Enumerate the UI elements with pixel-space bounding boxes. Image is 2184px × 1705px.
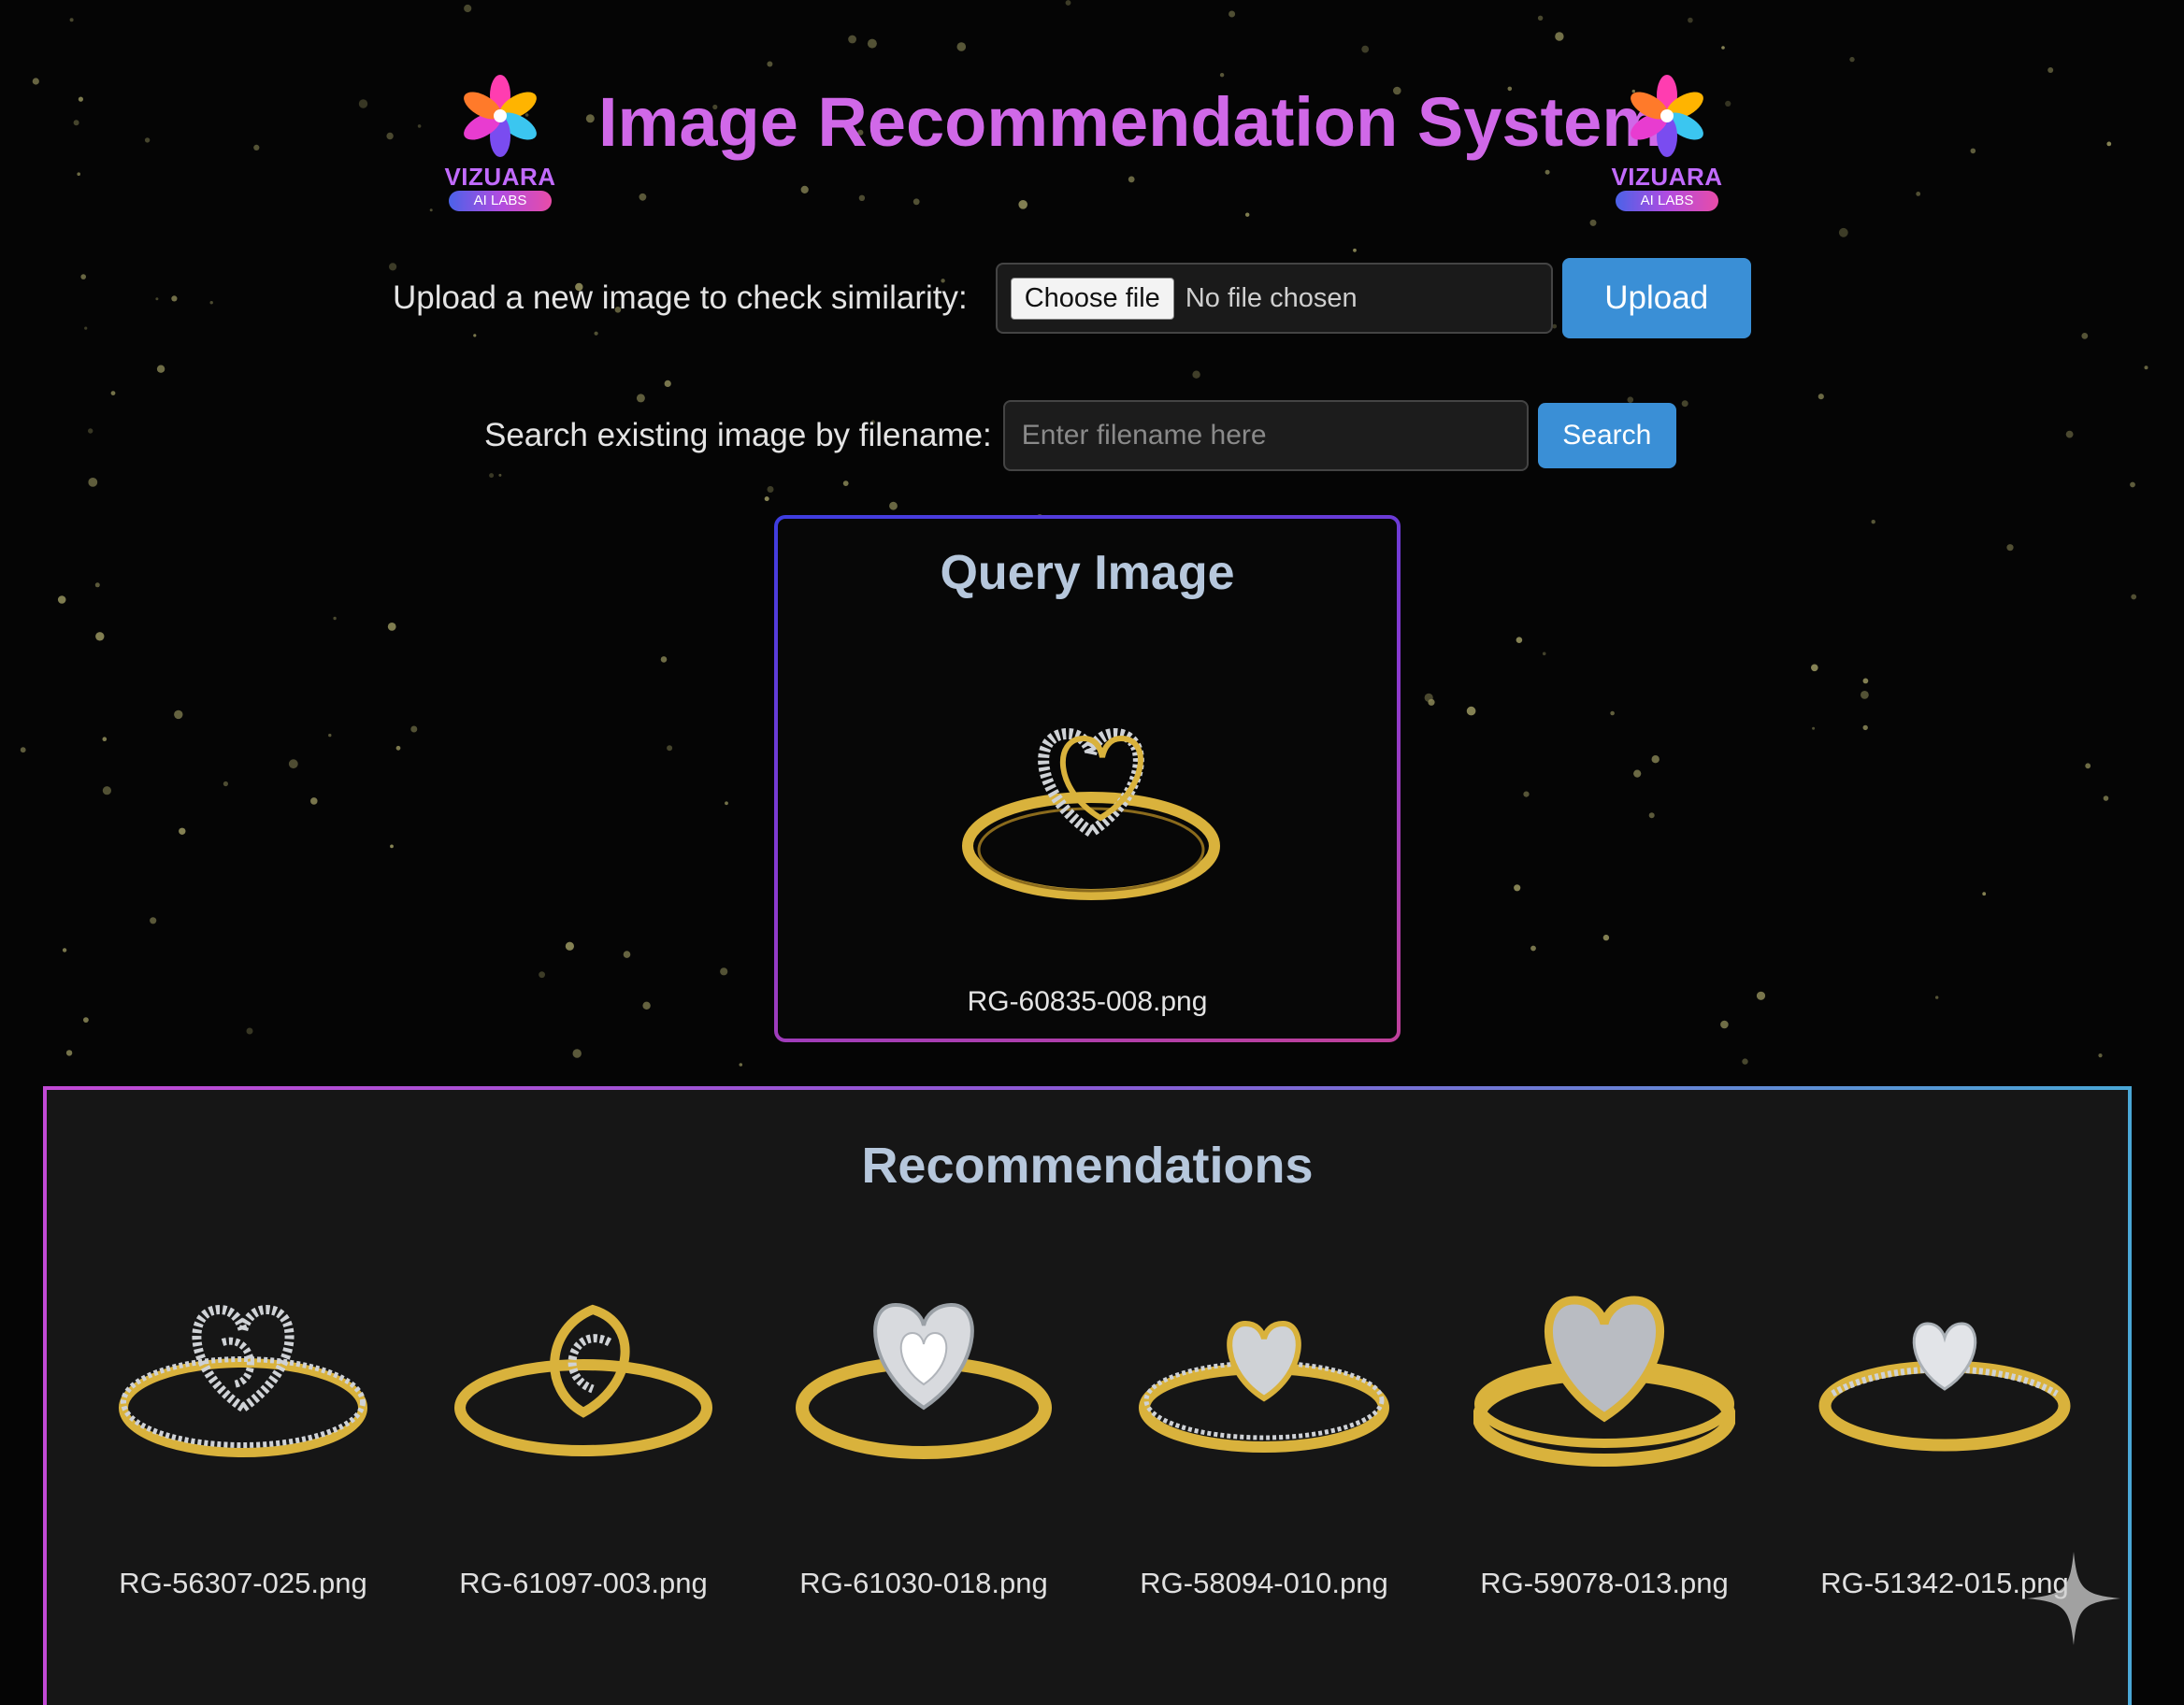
logo-wordmark: VIZUARA (444, 163, 556, 191)
search-placeholder: Enter filename here (1021, 420, 1267, 451)
recommendation-item[interactable]: RG-58094-010.png (1124, 1286, 1404, 1599)
logo-tagline: AI LABS (1616, 191, 1718, 211)
file-input[interactable]: Choose file No file chosen (995, 263, 1553, 334)
recommendations-title: Recommendations (861, 1138, 1314, 1194)
vizuara-logo-right: VIZUARA AI LABS (1606, 65, 1728, 215)
query-image-card: Query Image RG-60835-008.png (774, 515, 1401, 1042)
search-form: Search existing image by filename: Enter… (484, 400, 1676, 471)
recommendation-item[interactable]: RG-61030-018.png (783, 1286, 1064, 1599)
logo-wordmark: VIZUARA (1611, 163, 1723, 191)
upload-form: Upload a new image to check similarity: … (393, 258, 1751, 338)
page-title: Image Recommendation System (598, 83, 1664, 161)
recommendations-panel: Recommendations RG-56307-025.png RG-6109… (43, 1086, 2132, 1705)
upload-button[interactable]: Upload (1561, 258, 1751, 338)
recommendation-filename: RG-56307-025.png (119, 1567, 367, 1599)
recommendation-item[interactable]: RG-59078-013.png (1464, 1286, 1745, 1599)
recommendation-filename: RG-61097-003.png (459, 1567, 708, 1599)
query-image-title: Query Image (940, 546, 1235, 600)
query-ring-image (962, 727, 1220, 900)
recommendation-item[interactable]: RG-51342-015.png (1804, 1286, 2085, 1599)
pave-heart-ring-image (1139, 1320, 1389, 1453)
query-image-filename: RG-60835-008.png (967, 986, 1208, 1017)
upload-label: Upload a new image to check similarity: (393, 279, 968, 316)
flower-logo-icon (464, 75, 537, 157)
recommendation-filename: RG-61030-018.png (799, 1567, 1048, 1599)
heart-swirl-ring-image (119, 1304, 367, 1457)
crossover-heart-ring-image (1818, 1322, 2071, 1452)
recommendation-filename: RG-58094-010.png (1140, 1567, 1388, 1599)
recommendation-item[interactable]: RG-61097-003.png (443, 1286, 724, 1599)
leaf-ring-image (454, 1304, 712, 1456)
vizuara-logo-left: VIZUARA AI LABS (439, 65, 561, 215)
logo-tagline: AI LABS (449, 191, 552, 211)
choose-file-button[interactable]: Choose file (1010, 277, 1174, 320)
flower-logo-icon (1631, 75, 1703, 157)
solitaire-heart-ring-image (796, 1302, 1052, 1459)
large-heart-ring-image (1473, 1296, 1735, 1467)
file-status-text: No file chosen (1185, 282, 1358, 313)
page-header: VIZUARA AI LABS Image Recommendation Sys… (439, 65, 1748, 215)
filename-search-input[interactable]: Enter filename here (1002, 400, 1529, 471)
search-label: Search existing image by filename: (484, 417, 992, 453)
recommendation-item[interactable]: RG-56307-025.png (103, 1286, 383, 1599)
sparkle-icon (2027, 1552, 2120, 1645)
recommendation-filename: RG-59078-013.png (1480, 1567, 1729, 1599)
search-button[interactable]: Search (1537, 403, 1676, 468)
